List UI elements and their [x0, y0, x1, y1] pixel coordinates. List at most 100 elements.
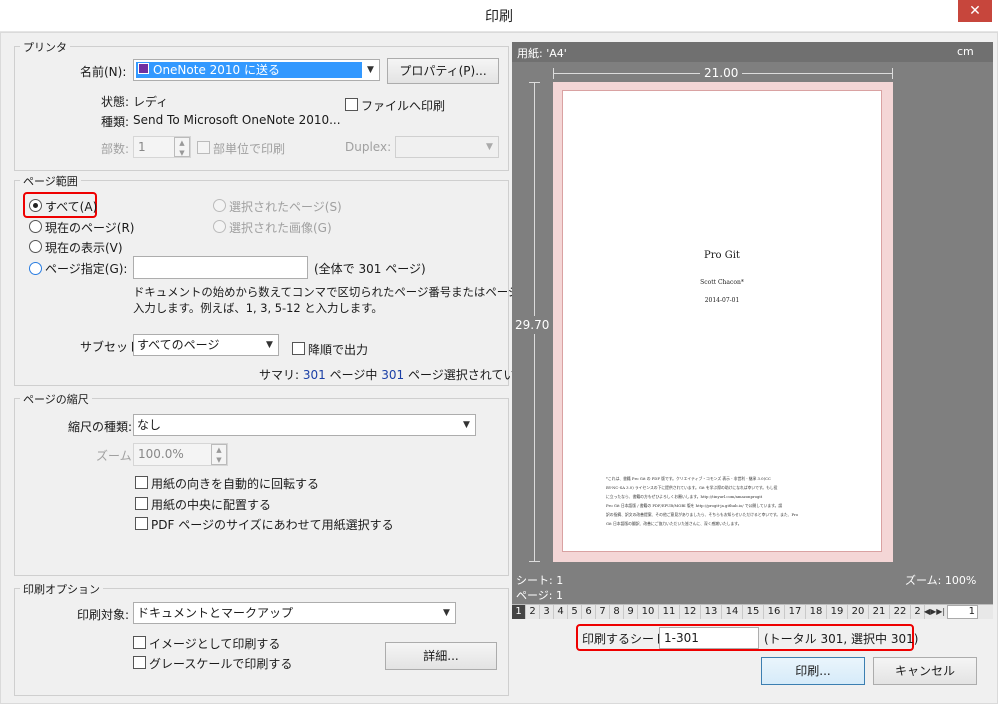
center-page-checkbox[interactable]	[135, 497, 148, 510]
paper-size-label: 用紙: 'A4'	[517, 47, 567, 60]
page-spec-label: ページ指定(G):	[45, 262, 128, 276]
page-tabs: 1 2 3 4 5 6 7 8 9 10 11 12 13 14 15 16 17 18 19 20 21 22 2	[512, 605, 933, 619]
page-tab-13[interactable]: 13	[701, 605, 722, 619]
status-value: レディ	[133, 95, 169, 109]
doc-date: 2014-07-01	[704, 297, 740, 304]
collate-label: 部単位で印刷	[213, 142, 286, 156]
current-page-radio[interactable]	[29, 220, 42, 233]
zoom-label: ズーム:	[96, 449, 136, 463]
summary-text: サマリ: 301 ページ中 301 ページ選択されています	[259, 368, 540, 382]
duplex-select[interactable]: ▼	[395, 136, 499, 158]
doc-author: Scott Chacon*	[700, 279, 744, 286]
page-tab-20[interactable]: 20	[848, 605, 869, 619]
page-tab-21[interactable]: 21	[869, 605, 890, 619]
printer-name-label: 名前(N):	[80, 65, 127, 79]
print-target-select[interactable]: ドキュメントとマークアップ ▼	[133, 602, 456, 624]
print-button[interactable]: 印刷...	[761, 657, 865, 685]
scale-type-label: 縮尺の種類:	[68, 420, 133, 434]
pdf-page-size-label: PDF ページのサイズにあわせて用紙選択する	[151, 518, 394, 532]
page-tab-10[interactable]: 10	[638, 605, 659, 619]
page-tab-19[interactable]: 19	[827, 605, 848, 619]
print-options-group-title: 印刷オプション	[20, 581, 103, 597]
page-tab-8[interactable]: 8	[610, 605, 624, 619]
window-title: 印刷	[485, 9, 513, 25]
sheets-to-print-input[interactable]: 1-301	[659, 627, 759, 649]
page-tab-15[interactable]: 15	[743, 605, 764, 619]
selected-image-radio[interactable]	[213, 220, 226, 233]
grayscale-label: グレースケールで印刷する	[149, 657, 293, 671]
current-view-radio[interactable]	[29, 240, 42, 253]
printer-name-value: OneNote 2010 に送る	[153, 63, 281, 77]
properties-button[interactable]: プロパティ(P)...	[387, 58, 499, 84]
page-range-help-1: ドキュメントの始めから数えてコンマで区切られたページ番号またはページ範囲を	[133, 285, 554, 299]
page-indicator: ページ: 1	[516, 589, 563, 602]
chevron-down-icon: ▼	[443, 608, 450, 618]
reverse-order-label: 降順で出力	[308, 343, 369, 357]
width-dimension: 21.00	[700, 66, 743, 80]
preview-header	[512, 42, 993, 62]
auto-rotate-checkbox[interactable]	[135, 476, 148, 489]
close-button[interactable]: ✕	[958, 0, 992, 22]
subset-select[interactable]: すべてのページ ▼	[133, 334, 279, 356]
current-page-input[interactable]: 1	[947, 605, 978, 619]
chevron-down-icon: ▼	[486, 142, 493, 152]
print-to-file-label: ファイルへ印刷	[361, 99, 446, 113]
printer-name-select[interactable]: OneNote 2010 に送る ▼	[133, 59, 380, 81]
all-pages-label: すべて(A)	[45, 200, 98, 214]
scale-group-title: ページの縮尺	[20, 391, 92, 407]
page-tab-22[interactable]: 22	[890, 605, 911, 619]
type-label: 種類:	[101, 115, 130, 129]
copies-label: 部数:	[101, 142, 130, 156]
page-tab-9[interactable]: 9	[624, 605, 638, 619]
reverse-order-checkbox[interactable]	[292, 342, 305, 355]
selected-pages-label: 選択されたページ(S)	[229, 200, 342, 214]
page-spec-radio[interactable]	[29, 262, 42, 275]
page-tab-14[interactable]: 14	[722, 605, 743, 619]
print-to-file-checkbox[interactable]	[345, 98, 358, 111]
doc-title: Pro Git	[704, 250, 740, 261]
scale-type-select[interactable]: なし ▼	[133, 414, 476, 436]
sheets-to-print-label: 印刷するシート:	[582, 632, 671, 646]
chevron-down-icon: ▼	[266, 340, 273, 350]
cancel-button[interactable]: キャンセル	[873, 657, 977, 685]
page-tab-3[interactable]: 3	[540, 605, 554, 619]
all-pages-radio[interactable]	[29, 199, 42, 212]
unit-label: cm	[957, 45, 974, 58]
collate-checkbox[interactable]	[197, 141, 210, 154]
advanced-button[interactable]: 詳細...	[385, 642, 497, 670]
page-tab-6[interactable]: 6	[582, 605, 596, 619]
page-tab-4[interactable]: 4	[554, 605, 568, 619]
grayscale-checkbox[interactable]	[133, 656, 146, 669]
copies-spinner[interactable]: ▲ ▼	[174, 137, 190, 157]
page-tab-12[interactable]: 12	[680, 605, 701, 619]
chevron-down-icon: ▼	[463, 420, 470, 430]
print-as-image-label: イメージとして印刷する	[149, 637, 281, 651]
page-tab-5[interactable]: 5	[568, 605, 582, 619]
print-target-value: ドキュメントとマークアップ	[137, 606, 294, 620]
page-tab-7[interactable]: 7	[596, 605, 610, 619]
page-tab-18[interactable]: 18	[806, 605, 827, 619]
doc-footnote: *これは、書籍 Pro Git の PDF 版です。クリエイティブ・コモンズ 表…	[606, 476, 799, 526]
pdf-page-size-checkbox[interactable]	[135, 517, 148, 530]
page-tab-17[interactable]: 17	[785, 605, 806, 619]
page-tab-11[interactable]: 11	[659, 605, 680, 619]
page-tab-1[interactable]: 1	[512, 605, 526, 619]
zoom-spinner[interactable]: ▲ ▼	[211, 444, 227, 465]
print-as-image-checkbox[interactable]	[133, 636, 146, 649]
page-range-help-2: 入力します。例えば、1, 3, 5-12 と入力します。	[133, 301, 383, 315]
page-spec-input[interactable]	[133, 256, 308, 279]
page-tab-2[interactable]: 2	[526, 605, 540, 619]
status-label: 状態:	[101, 95, 130, 109]
height-dimension: 29.70	[515, 316, 550, 334]
center-page-label: 用紙の中央に配置する	[151, 498, 272, 512]
chevron-down-icon: ▼	[367, 65, 374, 75]
auto-rotate-label: 用紙の向きを自動的に回転する	[151, 477, 320, 491]
sheet-indicator: シート: 1	[516, 574, 564, 587]
print-target-label: 印刷対象:	[77, 608, 130, 622]
sheets-total-info: (トータル 301, 選択中 301)	[764, 632, 919, 646]
printer-group-title: プリンタ	[20, 39, 70, 55]
page-tab-16[interactable]: 16	[764, 605, 785, 619]
selected-pages-radio[interactable]	[213, 199, 226, 212]
page-range-group-title: ページ範囲	[20, 173, 81, 189]
page-nav-arrows-icon[interactable]: ◀▶▶|	[922, 605, 947, 619]
